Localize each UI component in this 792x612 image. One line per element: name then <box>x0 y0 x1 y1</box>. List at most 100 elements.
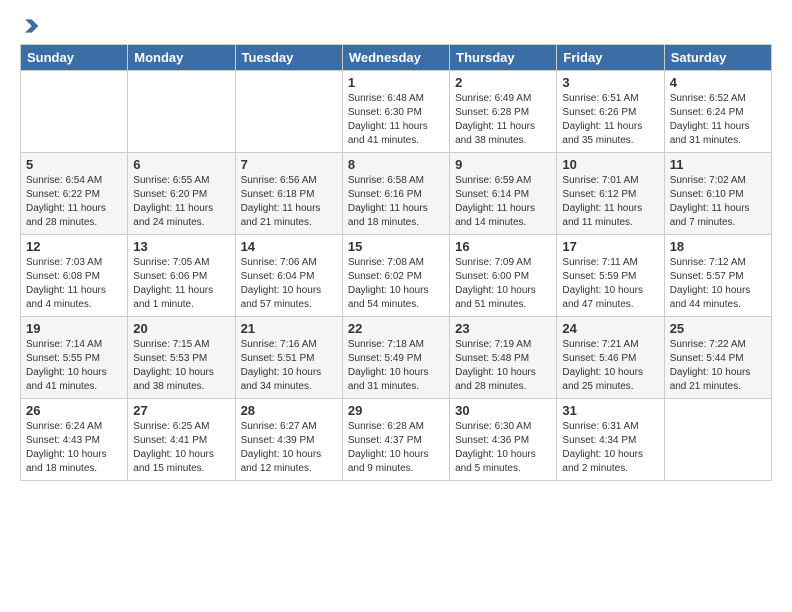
calendar-cell: 13Sunrise: 7:05 AM Sunset: 6:06 PM Dayli… <box>128 235 235 317</box>
calendar-cell: 8 Sunrise: 6:58 AM Sunset: 6:16 PM Daylig… <box>342 153 449 235</box>
calendar-cell: 9 Sunrise: 6:59 AM Sunset: 6:14 PM Daylig… <box>450 153 557 235</box>
cell-date-number: 20 <box>133 321 229 336</box>
calendar-cell: 7 Sunrise: 6:56 AM Sunset: 6:18 PM Daylig… <box>235 153 342 235</box>
calendar-week-row: 19 Sunrise: 7:14 AM Sunset: 5:55 PM Dayli… <box>21 317 772 399</box>
cell-info-text: Sunrise: 7:12 AM Sunset: 5:57 PM Dayligh… <box>670 256 766 312</box>
calendar-day-header: Sunday <box>21 45 128 71</box>
calendar-cell: 31 Sunrise: 6:31 AM Sunset: 4:34 PM Dayli… <box>557 399 664 481</box>
cell-info-text: Sunrise: 7:01 AM Sunset: 6:12 PM Dayligh… <box>562 174 658 230</box>
cell-date-number: 29 <box>348 403 444 418</box>
calendar-cell: 21 Sunrise: 7:16 AM Sunset: 5:51 PM Dayli… <box>235 317 342 399</box>
cell-date-number: 30 <box>455 403 551 418</box>
cell-date-number: 2 <box>455 75 551 90</box>
cell-info-text: Sunrise: 6:49 AM Sunset: 6:28 PM Dayligh… <box>455 92 551 148</box>
cell-info-text: Sunrise: 7:18 AM Sunset: 5:49 PM Dayligh… <box>348 338 444 394</box>
cell-date-number: 9 <box>455 157 551 172</box>
calendar-table: SundayMondayTuesdayWednesdayThursdayFrid… <box>20 44 772 481</box>
calendar-week-row: 5 Sunrise: 6:54 AM Sunset: 6:22 PM Daylig… <box>21 153 772 235</box>
calendar-week-row: 26 Sunrise: 6:24 AM Sunset: 4:43 PM Dayli… <box>21 399 772 481</box>
calendar-cell: 28 Sunrise: 6:27 AM Sunset: 4:39 PM Dayli… <box>235 399 342 481</box>
cell-info-text: Sunrise: 7:15 AM Sunset: 5:53 PM Dayligh… <box>133 338 229 394</box>
cell-info-text: Sunrise: 6:54 AM Sunset: 6:22 PM Dayligh… <box>26 174 122 230</box>
cell-info-text: Sunrise: 6:24 AM Sunset: 4:43 PM Dayligh… <box>26 420 122 476</box>
page-header <box>20 16 772 36</box>
calendar-cell: 26 Sunrise: 6:24 AM Sunset: 4:43 PM Dayli… <box>21 399 128 481</box>
calendar-cell: 20 Sunrise: 7:15 AM Sunset: 5:53 PM Dayli… <box>128 317 235 399</box>
calendar-day-header: Tuesday <box>235 45 342 71</box>
cell-info-text: Sunrise: 6:55 AM Sunset: 6:20 PM Dayligh… <box>133 174 229 230</box>
cell-date-number: 8 <box>348 157 444 172</box>
cell-date-number: 28 <box>241 403 337 418</box>
cell-date-number: 17 <box>562 239 658 254</box>
logo-icon <box>20 16 40 36</box>
calendar-cell: 19 Sunrise: 7:14 AM Sunset: 5:55 PM Dayli… <box>21 317 128 399</box>
calendar-day-header: Friday <box>557 45 664 71</box>
cell-date-number: 10 <box>562 157 658 172</box>
cell-date-number: 19 <box>26 321 122 336</box>
calendar-cell: 5 Sunrise: 6:54 AM Sunset: 6:22 PM Daylig… <box>21 153 128 235</box>
cell-info-text: Sunrise: 6:31 AM Sunset: 4:34 PM Dayligh… <box>562 420 658 476</box>
calendar-cell: 17 Sunrise: 7:11 AM Sunset: 5:59 PM Dayli… <box>557 235 664 317</box>
cell-info-text: Sunrise: 6:56 AM Sunset: 6:18 PM Dayligh… <box>241 174 337 230</box>
cell-info-text: Sunrise: 7:16 AM Sunset: 5:51 PM Dayligh… <box>241 338 337 394</box>
calendar-cell: 1Sunrise: 6:48 AM Sunset: 6:30 PM Daylig… <box>342 71 449 153</box>
cell-info-text: Sunrise: 7:03 AM Sunset: 6:08 PM Dayligh… <box>26 256 122 312</box>
cell-date-number: 13 <box>133 239 229 254</box>
cell-info-text: Sunrise: 7:11 AM Sunset: 5:59 PM Dayligh… <box>562 256 658 312</box>
cell-date-number: 22 <box>348 321 444 336</box>
calendar-cell: 15Sunrise: 7:08 AM Sunset: 6:02 PM Dayli… <box>342 235 449 317</box>
calendar-cell: 25Sunrise: 7:22 AM Sunset: 5:44 PM Dayli… <box>664 317 771 399</box>
calendar-day-header: Saturday <box>664 45 771 71</box>
calendar-cell: 2 Sunrise: 6:49 AM Sunset: 6:28 PM Daylig… <box>450 71 557 153</box>
calendar-week-row: 1Sunrise: 6:48 AM Sunset: 6:30 PM Daylig… <box>21 71 772 153</box>
calendar-cell: 6 Sunrise: 6:55 AM Sunset: 6:20 PM Daylig… <box>128 153 235 235</box>
calendar-cell: 27 Sunrise: 6:25 AM Sunset: 4:41 PM Dayli… <box>128 399 235 481</box>
cell-date-number: 6 <box>133 157 229 172</box>
calendar-day-header: Thursday <box>450 45 557 71</box>
calendar-cell: 22 Sunrise: 7:18 AM Sunset: 5:49 PM Dayli… <box>342 317 449 399</box>
calendar-cell: 10 Sunrise: 7:01 AM Sunset: 6:12 PM Dayli… <box>557 153 664 235</box>
calendar-cell <box>21 71 128 153</box>
cell-date-number: 1 <box>348 75 444 90</box>
cell-info-text: Sunrise: 7:19 AM Sunset: 5:48 PM Dayligh… <box>455 338 551 394</box>
cell-date-number: 26 <box>26 403 122 418</box>
cell-info-text: Sunrise: 7:22 AM Sunset: 5:44 PM Dayligh… <box>670 338 766 394</box>
cell-info-text: Sunrise: 6:59 AM Sunset: 6:14 PM Dayligh… <box>455 174 551 230</box>
cell-info-text: Sunrise: 6:58 AM Sunset: 6:16 PM Dayligh… <box>348 174 444 230</box>
logo <box>20 16 44 36</box>
cell-date-number: 31 <box>562 403 658 418</box>
calendar-day-header: Wednesday <box>342 45 449 71</box>
cell-info-text: Sunrise: 7:21 AM Sunset: 5:46 PM Dayligh… <box>562 338 658 394</box>
cell-info-text: Sunrise: 7:06 AM Sunset: 6:04 PM Dayligh… <box>241 256 337 312</box>
cell-date-number: 3 <box>562 75 658 90</box>
calendar-header-row: SundayMondayTuesdayWednesdayThursdayFrid… <box>21 45 772 71</box>
calendar-cell: 14 Sunrise: 7:06 AM Sunset: 6:04 PM Dayli… <box>235 235 342 317</box>
cell-date-number: 27 <box>133 403 229 418</box>
calendar-cell <box>235 71 342 153</box>
cell-info-text: Sunrise: 7:14 AM Sunset: 5:55 PM Dayligh… <box>26 338 122 394</box>
calendar-cell: 11Sunrise: 7:02 AM Sunset: 6:10 PM Dayli… <box>664 153 771 235</box>
cell-info-text: Sunrise: 6:25 AM Sunset: 4:41 PM Dayligh… <box>133 420 229 476</box>
cell-date-number: 14 <box>241 239 337 254</box>
calendar-cell: 29 Sunrise: 6:28 AM Sunset: 4:37 PM Dayli… <box>342 399 449 481</box>
calendar-cell: 30 Sunrise: 6:30 AM Sunset: 4:36 PM Dayli… <box>450 399 557 481</box>
calendar-cell <box>128 71 235 153</box>
cell-info-text: Sunrise: 6:28 AM Sunset: 4:37 PM Dayligh… <box>348 420 444 476</box>
cell-info-text: Sunrise: 7:09 AM Sunset: 6:00 PM Dayligh… <box>455 256 551 312</box>
calendar-cell: 18Sunrise: 7:12 AM Sunset: 5:57 PM Dayli… <box>664 235 771 317</box>
calendar-cell: 3 Sunrise: 6:51 AM Sunset: 6:26 PM Daylig… <box>557 71 664 153</box>
cell-info-text: Sunrise: 6:27 AM Sunset: 4:39 PM Dayligh… <box>241 420 337 476</box>
cell-date-number: 24 <box>562 321 658 336</box>
cell-info-text: Sunrise: 6:30 AM Sunset: 4:36 PM Dayligh… <box>455 420 551 476</box>
calendar-cell: 23Sunrise: 7:19 AM Sunset: 5:48 PM Dayli… <box>450 317 557 399</box>
calendar-week-row: 12 Sunrise: 7:03 AM Sunset: 6:08 PM Dayli… <box>21 235 772 317</box>
cell-date-number: 12 <box>26 239 122 254</box>
cell-date-number: 21 <box>241 321 337 336</box>
cell-info-text: Sunrise: 6:51 AM Sunset: 6:26 PM Dayligh… <box>562 92 658 148</box>
cell-date-number: 7 <box>241 157 337 172</box>
cell-info-text: Sunrise: 7:08 AM Sunset: 6:02 PM Dayligh… <box>348 256 444 312</box>
calendar-cell: 24 Sunrise: 7:21 AM Sunset: 5:46 PM Dayli… <box>557 317 664 399</box>
cell-date-number: 5 <box>26 157 122 172</box>
calendar-cell <box>664 399 771 481</box>
cell-info-text: Sunrise: 6:52 AM Sunset: 6:24 PM Dayligh… <box>670 92 766 148</box>
